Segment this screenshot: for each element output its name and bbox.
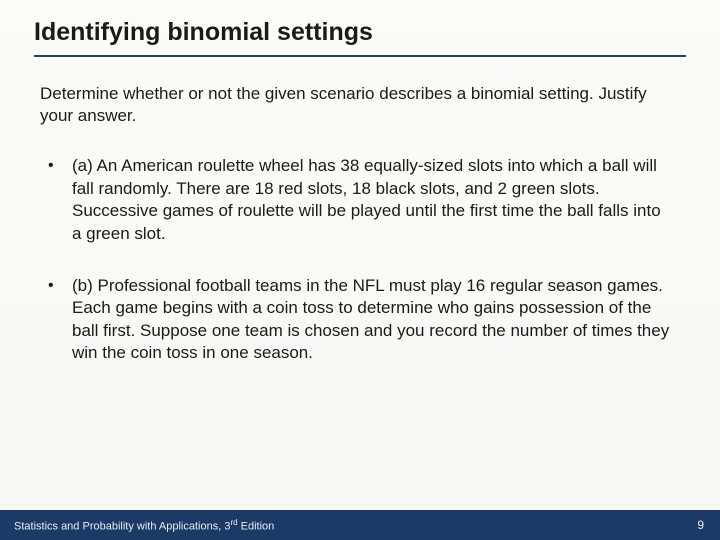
intro-text: Determine whether or not the given scena… [38,83,682,127]
footer-text-prefix: Statistics and Probability with Applicat… [14,520,230,532]
list-item: (b) Professional football teams in the N… [46,275,682,365]
list-item: (a) An American roulette wheel has 38 eq… [46,155,682,245]
footer-ordinal: rd [230,518,237,527]
footer-text-suffix: Edition [238,520,275,532]
slide: Identifying binomial settings Determine … [0,0,720,540]
footer-citation: Statistics and Probability with Applicat… [14,518,274,533]
title-underline [34,55,686,57]
title-block: Identifying binomial settings [0,0,720,63]
bullet-list: (a) An American roulette wheel has 38 eq… [38,155,682,365]
footer-bar: Statistics and Probability with Applicat… [0,510,720,540]
slide-title: Identifying binomial settings [34,18,686,53]
content-area: Determine whether or not the given scena… [0,63,720,365]
page-number: 9 [697,518,704,532]
